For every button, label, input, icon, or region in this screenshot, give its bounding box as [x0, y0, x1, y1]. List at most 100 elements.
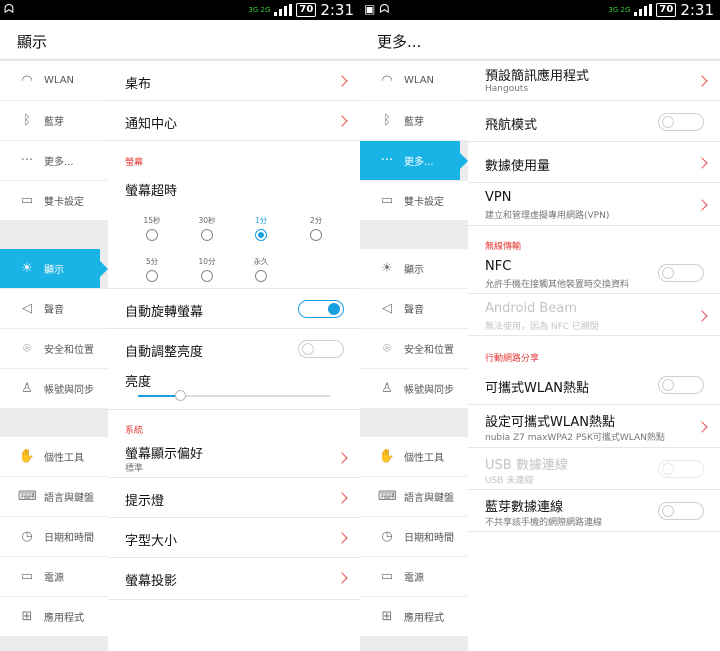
clock-icon: ◷: [21, 529, 33, 544]
hotspot-setup-row[interactable]: 設定可攜式WLAN熱點 nubia Z7 maxWPA2 PSK可攜式WLAN熱點: [468, 405, 720, 448]
timeout-option-forever[interactable]: 永久: [246, 256, 276, 286]
timeout-option-1min[interactable]: 1分: [246, 215, 276, 245]
chevron-right-icon: [336, 115, 348, 127]
portable-hotspot-toggle[interactable]: [658, 376, 704, 394]
sidebar-item-personal-tools[interactable]: ✋ 個性工具: [0, 437, 108, 476]
chevron-right-icon: [336, 572, 348, 584]
sidebar-item-more[interactable]: ··· 更多...: [360, 141, 468, 180]
wifi-icon: ◠: [21, 73, 33, 88]
auto-rotate-toggle[interactable]: [298, 300, 344, 318]
sidebar-item-language-keyboard[interactable]: ⌨ 語言與鍵盤: [360, 477, 468, 516]
wallpaper-row[interactable]: 桌布: [108, 61, 360, 101]
sidebar-item-bluetooth[interactable]: ᛒ 藍芽: [360, 101, 468, 140]
person-icon: ♙: [381, 381, 393, 396]
notification-center-row[interactable]: 通知中心: [108, 101, 360, 141]
sidebar-item-dual-sim[interactable]: ▭ 雙卡設定: [0, 181, 108, 220]
apps-grid-icon: ⊞: [21, 609, 33, 624]
vpn-row[interactable]: VPN 建立和管理虛擬專用網路(VPN): [468, 183, 720, 226]
sidebar-item-accounts[interactable]: ♙ 帳號與同步: [0, 369, 108, 408]
android-beam-row[interactable]: Android Beam 無法使用，因為 NFC 已關閉: [468, 294, 720, 336]
default-sms-app-row[interactable]: 預設簡訊應用程式 Hangouts: [468, 61, 720, 101]
network-type-icon: 3G 2G: [608, 5, 631, 14]
sidebar-item-date-time[interactable]: ◷ 日期和時間: [0, 517, 108, 556]
airplane-mode-toggle[interactable]: [658, 113, 704, 131]
brightness-slider[interactable]: [138, 390, 330, 401]
clock-time: 2:31: [680, 1, 714, 19]
chevron-right-icon: [336, 532, 348, 544]
display-preference-row[interactable]: 螢幕顯示偏好 標準: [108, 436, 360, 478]
chevron-right-icon: [696, 199, 708, 211]
keyboard-icon: ⌨: [18, 489, 37, 504]
brightness-icon: ☀: [381, 261, 393, 276]
nfc-toggle[interactable]: [658, 264, 704, 282]
person-icon: ♙: [21, 381, 33, 396]
bluetooth-icon: ᛒ: [23, 113, 31, 128]
bluetooth-tethering-row: 藍芽數據連線 不共享該手機的網際網路連線: [468, 490, 720, 532]
section-header-wireless: 無線傳輸: [485, 242, 522, 252]
sim-card-icon: ▭: [20, 193, 34, 208]
gallery-icon: ▣: [364, 2, 376, 16]
brightness-slider-thumb[interactable]: [175, 390, 187, 401]
more-settings-panel: 預設簡訊應用程式 Hangouts 飛航模式 數據使用量 VPN 建立和管理虛擬專用…: [468, 61, 720, 651]
sidebar-item-personal-tools[interactable]: ✋ 個性工具: [360, 437, 468, 476]
data-usage-row[interactable]: 數據使用量: [468, 142, 720, 183]
font-size-row[interactable]: 字型大小: [108, 518, 360, 558]
sidebar-item-bluetooth[interactable]: ᛒ 藍芽: [0, 101, 108, 140]
hand-icon: ✋: [378, 449, 396, 464]
auto-brightness-toggle[interactable]: [298, 340, 344, 358]
auto-rotate-row: 自動旋轉螢幕: [108, 289, 360, 329]
sidebar-item-power[interactable]: ▭ 電源: [360, 557, 468, 596]
auto-brightness-row: 自動調整亮度: [108, 329, 360, 369]
bluetooth-tethering-toggle[interactable]: [658, 502, 704, 520]
status-bar: ▣ ᗣ 3G 2G 70 2:31: [360, 0, 720, 20]
battery-level-icon: 70: [656, 3, 677, 17]
sidebar-item-security-location[interactable]: ⌾ 安全和位置: [360, 329, 468, 368]
sidebar-item-more[interactable]: ··· 更多...: [0, 141, 108, 180]
page-title: 顯示: [17, 33, 48, 51]
timeout-option-2min[interactable]: 2分: [301, 215, 331, 245]
sidebar-item-sound[interactable]: ◁ 聲音: [0, 289, 108, 328]
battery-level-icon: 70: [296, 3, 317, 17]
more-settings-screen: ▣ ᗣ 3G 2G 70 2:31 更多... ◠ WLAN ᛒ 藍芽 ··· 更多..…: [360, 0, 720, 651]
sidebar-item-display[interactable]: ☀ 顯示: [360, 249, 468, 288]
sidebar-item-apps[interactable]: ⊞ 應用程式: [360, 597, 468, 636]
usb-tethering-toggle[interactable]: [658, 460, 704, 478]
status-bar: ᗣ 3G 2G 70 2:31: [0, 0, 360, 20]
sidebar-item-accounts[interactable]: ♙ 帳號與同步: [360, 369, 468, 408]
timeout-option-10min[interactable]: 10分: [192, 256, 222, 286]
nfc-row: NFC 允許手機在接觸其他裝置時交換資料: [468, 252, 720, 294]
sidebar-item-dual-sim[interactable]: ▭ 雙卡設定: [360, 181, 468, 220]
timeout-option-15s[interactable]: 15秒: [137, 215, 167, 245]
location-pin-icon: ⌾: [23, 341, 31, 356]
sidebar-item-security-location[interactable]: ⌾ 安全和位置: [0, 329, 108, 368]
screen-timeout-row: 螢幕超時 15秒 30秒 1分 2分 5分 10分 永久: [108, 167, 360, 289]
timeout-option-30s[interactable]: 30秒: [192, 215, 222, 245]
title-bar: 更多...: [360, 20, 720, 60]
signal-icon: [274, 4, 293, 16]
battery-icon: ▭: [380, 569, 394, 584]
sidebar-item-power[interactable]: ▭ 電源: [0, 557, 108, 596]
screen-cast-row[interactable]: 螢幕投影: [108, 558, 360, 600]
title-bar: 顯示: [0, 20, 360, 60]
speaker-icon: ◁: [382, 301, 392, 316]
hand-icon: ✋: [18, 449, 36, 464]
more-dots-icon: ···: [20, 153, 34, 168]
section-header-tethering: 行動網路分享: [485, 354, 540, 364]
timeout-option-5min[interactable]: 5分: [137, 256, 167, 286]
sidebar-item-apps[interactable]: ⊞ 應用程式: [0, 597, 108, 636]
indicator-light-row[interactable]: 提示燈: [108, 478, 360, 518]
brightness-label: 亮度: [125, 375, 152, 390]
sidebar-item-language-keyboard[interactable]: ⌨ 語言與鍵盤: [0, 477, 108, 516]
chevron-right-icon: [336, 492, 348, 504]
apps-grid-icon: ⊞: [381, 609, 393, 624]
sidebar-item-display[interactable]: ☀ 顯示: [0, 249, 108, 288]
sidebar-item-wlan[interactable]: ◠ WLAN: [360, 61, 468, 100]
display-settings-panel: 桌布 通知中心 螢幕 螢幕超時 15秒 30秒 1分 2分 5分 10分 永久 …: [108, 61, 360, 651]
sidebar-item-wlan[interactable]: ◠ WLAN: [0, 61, 108, 100]
sidebar-item-sound[interactable]: ◁ 聲音: [360, 289, 468, 328]
bluetooth-icon: ᛒ: [383, 113, 391, 128]
sidebar-item-date-time[interactable]: ◷ 日期和時間: [360, 517, 468, 556]
brightness-icon: ☀: [21, 261, 33, 276]
page-title: 更多...: [377, 33, 422, 51]
chevron-right-icon: [336, 75, 348, 87]
